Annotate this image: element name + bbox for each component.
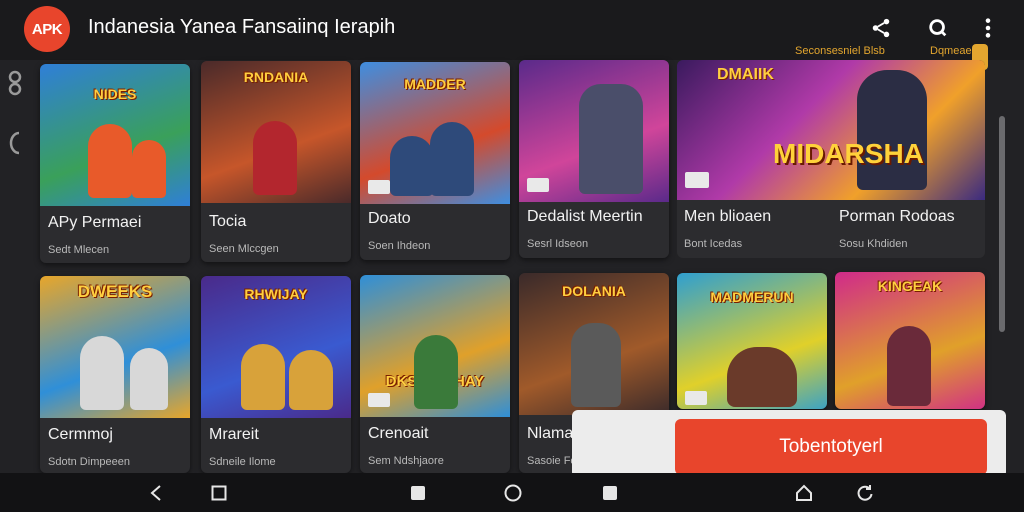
hero-figure (132, 140, 166, 198)
game-name: Nlamar (527, 425, 579, 442)
art-title: MADMERUN (710, 289, 794, 305)
hero-figure (579, 84, 643, 194)
game-name: Mrareit (209, 426, 259, 443)
game-name: Dedalist Meertin (527, 208, 643, 225)
game-card[interactable]: MADMERUN (677, 273, 827, 409)
hero-figure (430, 122, 474, 196)
square-icon[interactable] (209, 483, 229, 503)
game-meta: Sdneile Ilome (209, 456, 276, 468)
system-nav-bar (0, 473, 1024, 512)
game-meta: Sesrl Idseon (527, 238, 589, 250)
game-meta: Sedt Mlecen (48, 244, 110, 256)
badge-thumb (368, 393, 390, 407)
game-card-art: KINGEAK (835, 272, 985, 409)
art-title: RNDANIA (243, 69, 309, 85)
featured-name-right: Porman Rodoas (839, 208, 955, 225)
game-card[interactable]: KINGEAK (835, 272, 985, 409)
share-icon[interactable] (867, 14, 895, 42)
back-icon[interactable] (146, 483, 166, 503)
hero-figure (130, 348, 168, 410)
featured-title: MIDARSHA (773, 138, 924, 169)
game-card-art: MADMERUN (677, 273, 827, 409)
badge-thumb (685, 172, 709, 188)
game-card-art: RNDANIA (201, 61, 351, 203)
hero-figure (727, 347, 797, 407)
game-card-art: DWEEKS (40, 276, 190, 418)
primary-action-button[interactable]: Tobentotyerl (675, 419, 987, 475)
badge-thumb (685, 391, 707, 405)
hero-figure (80, 336, 124, 410)
game-card[interactable]: DWEEKS Cermmoj Sdotn Dimpeeen (40, 276, 190, 473)
game-card-art: DKSRRIRHAY (360, 275, 510, 417)
scrollbar[interactable] (999, 116, 1005, 332)
game-name: APy Permaei (48, 214, 142, 231)
apk-logo[interactable]: APK (24, 6, 70, 52)
game-meta: Sem Ndshjaore (368, 455, 444, 467)
art-title: MADDER (404, 76, 466, 92)
game-card-art: MADDER (360, 62, 510, 204)
badge-thumb (527, 178, 549, 192)
game-meta: Soen Ihdeon (368, 240, 431, 252)
hero-figure (253, 121, 297, 195)
hero-figure (88, 124, 132, 198)
game-card[interactable]: RHWIJAY Mrareit Sdneile Ilome (201, 276, 351, 473)
hero-figure (414, 335, 458, 409)
art-title: KINGEAK (877, 278, 943, 294)
game-card[interactable]: DKSRRIRHAY Crenoait Sem Ndshjaore (360, 275, 510, 473)
featured-meta-right: Sosu Khdiden (839, 238, 908, 250)
game-meta: Seen Mlccgen (209, 243, 279, 255)
recent-icon[interactable] (600, 483, 620, 503)
game-card[interactable]: MADDER Doato Soen Ihdeon (360, 62, 510, 260)
recent-icon[interactable] (408, 483, 428, 503)
art-title: DWEEKS (77, 282, 153, 301)
featured-tag: DMAIIK (717, 66, 774, 83)
game-name: Tocia (209, 213, 247, 230)
hero-figure (857, 70, 927, 190)
home-icon[interactable] (503, 483, 523, 503)
more-vert-icon[interactable] (974, 14, 1002, 42)
hero-figure (571, 323, 621, 407)
search-icon[interactable] (924, 14, 952, 42)
header-subtitle-left: Seconsesniel Blsb (795, 45, 885, 57)
rail-clip-icon[interactable] (6, 130, 26, 155)
game-card-art: DOLANIA (519, 273, 669, 415)
app-title: Indanesia Yanea Fansaiinq Ierapih (88, 16, 396, 38)
game-card[interactable]: NIDES APy Permaei Sedt Mlecen (40, 64, 190, 263)
featured-card[interactable]: DMAIIK MIDARSHA Men blioaen Porman Rodoa… (677, 60, 985, 258)
game-name: Doato (368, 210, 411, 227)
game-name: Cermmoj (48, 426, 113, 443)
art-title: RHWIJAY (244, 286, 308, 302)
hero-figure (289, 350, 333, 410)
art-title: DOLANIA (562, 283, 626, 299)
game-card[interactable]: Dedalist Meertin Sesrl Idseon (519, 60, 669, 258)
app-root: APK Indanesia Yanea Fansaiinq Ierapih Se… (0, 0, 1024, 512)
game-card-art: NIDES (40, 64, 190, 206)
refresh-icon[interactable] (855, 483, 875, 503)
game-card-art: RHWIJAY (201, 276, 351, 418)
featured-meta-left: Bont Icedas (684, 238, 743, 250)
badge-thumb (368, 180, 390, 194)
game-card-art (519, 60, 669, 202)
art-title: NIDES (93, 86, 137, 102)
top-app-bar: APK Indanesia Yanea Fansaiinq Ierapih Se… (0, 0, 1024, 70)
game-name: Crenoait (368, 425, 429, 442)
hero-figure (887, 326, 931, 406)
hero-figure (241, 344, 285, 410)
game-meta: Sdotn Dimpeeen (48, 456, 130, 468)
game-card[interactable]: RNDANIA Tocia Seen Mlccgen (201, 61, 351, 262)
featured-name-left: Men blioaen (684, 208, 772, 225)
rail-link-icon[interactable] (6, 70, 26, 96)
home-outline-icon[interactable] (794, 483, 814, 503)
hero-figure (390, 136, 434, 196)
